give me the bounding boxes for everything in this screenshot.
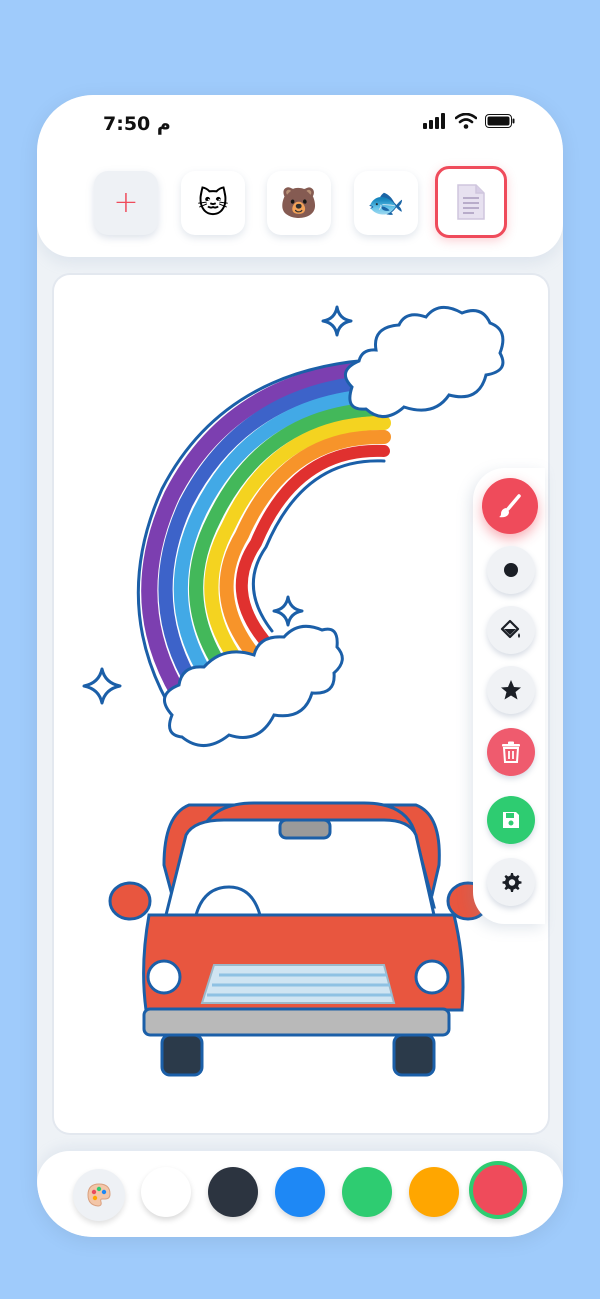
swatch-dark[interactable] [208,1167,258,1217]
swatch-red-selected[interactable] [469,1161,527,1219]
cat-face-icon: 🐱 [197,185,229,221]
battery-icon [485,114,515,128]
swatch-white[interactable] [141,1167,191,1217]
headlight-left [146,959,182,995]
template-bar: + 🐱 🐻 🐟 [94,166,514,238]
bumper [142,1007,451,1037]
top-bar: 7:50 م + 🐱 🐻 🐟 [37,95,563,257]
tire-left [160,1033,204,1077]
delete-button[interactable] [487,728,535,776]
side-mirror-left [108,881,152,921]
status-time: 7:50 م [103,113,171,135]
sparkle-middle [272,595,304,627]
brush-icon [499,494,521,518]
tool-rail [473,468,545,924]
trash-icon [502,741,520,763]
save-icon [503,812,519,828]
sparkle-left [82,667,122,705]
sticker-tool-button[interactable] [487,666,535,714]
tire-right [392,1033,436,1077]
palette-button[interactable] [73,1169,125,1221]
swatch-orange[interactable] [409,1167,459,1217]
paint-bucket-icon [500,619,520,639]
template-cat[interactable]: 🐱 [181,171,245,235]
template-fish[interactable]: 🐟 [354,171,418,235]
swatch-blue[interactable] [275,1167,325,1217]
save-button[interactable] [487,796,535,844]
cloud-top [343,305,505,418]
car [108,801,490,1077]
plus-icon: + [113,185,139,220]
fill-tool-button[interactable] [487,606,535,654]
rear-mirror [278,818,332,840]
dot-icon [504,563,518,577]
status-icons [423,113,515,129]
template-page-selected[interactable] [435,166,507,238]
brush-tool-button[interactable] [482,478,538,534]
wifi-icon [455,113,477,129]
bear-face-icon: 🐻 [280,185,318,221]
headlight-right [414,959,450,995]
template-bear[interactable]: 🐻 [267,171,331,235]
signal-icon [423,113,445,129]
sparkle-top [321,305,353,337]
settings-button[interactable] [487,858,535,906]
brush-size-button[interactable] [487,546,535,594]
palette-icon [87,1183,111,1207]
color-palette-bar [37,1151,563,1237]
add-template-button[interactable]: + [94,171,158,235]
phone-frame: 7:50 م + 🐱 🐻 🐟 [37,95,563,1237]
page-icon [457,184,485,220]
star-icon [501,680,521,700]
fish-icon: 🐟 [367,185,405,221]
swatch-green[interactable] [342,1167,392,1217]
gear-icon [502,873,522,892]
